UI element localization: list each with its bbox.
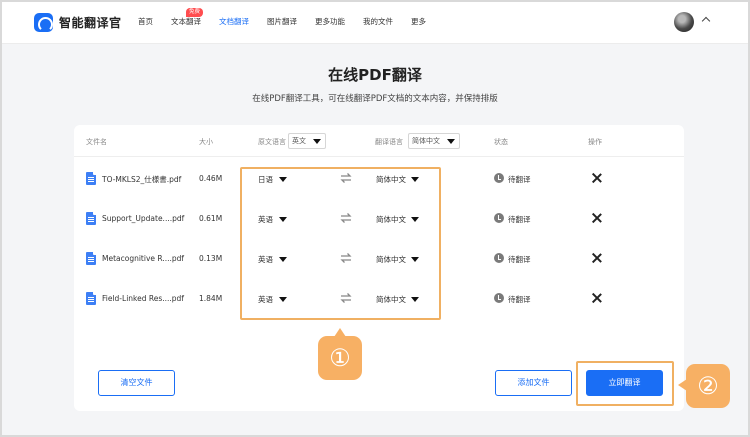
- pdf-file-icon: [86, 172, 96, 185]
- file-name: Metacognitive R....pdf: [102, 254, 185, 263]
- nav-item-document-translate[interactable]: 文档翻译: [219, 0, 249, 44]
- close-icon[interactable]: [592, 213, 602, 223]
- nav-label: 更多: [411, 17, 426, 26]
- nav-label: 文档翻译: [219, 17, 249, 26]
- pdf-file-icon: [86, 292, 96, 305]
- nav-label: 图片翻译: [267, 17, 297, 26]
- source-language-value: 英文: [292, 137, 306, 145]
- clock-icon: [494, 173, 504, 183]
- top-navigation-bar: 智能翻译官 首页 文本翻译 免费 文档翻译 图片翻译 更多功能 我的文件 更多: [0, 0, 750, 44]
- avatar[interactable]: [674, 12, 694, 32]
- nav-item-more[interactable]: 更多: [411, 0, 426, 44]
- close-icon[interactable]: [592, 173, 602, 183]
- nav-item-text-translate[interactable]: 文本翻译 免费: [171, 0, 203, 44]
- file-size: 0.13M: [199, 254, 223, 263]
- file-size: 1.84M: [199, 294, 223, 303]
- free-badge: 免费: [185, 8, 203, 17]
- add-file-button[interactable]: 添加文件: [495, 370, 572, 396]
- column-source-language: 原文语言: [258, 138, 286, 146]
- brand-logo[interactable]: 智能翻译官: [34, 12, 122, 32]
- file-name: Support_Update....pdf: [102, 214, 185, 223]
- caret-down-icon: [313, 139, 321, 144]
- status-text: 待翻译: [508, 175, 531, 184]
- caret-down-icon: [447, 139, 455, 144]
- step-1-callout: ①: [318, 328, 362, 380]
- file-size: 0.61M: [199, 214, 223, 223]
- language-highlight-box: [240, 167, 441, 320]
- column-filename: 文件名: [86, 138, 107, 146]
- nav-item-my-files[interactable]: 我的文件: [363, 0, 393, 44]
- translator-logo-icon: [34, 12, 53, 32]
- file-name: TO-MKLS2_仕様書.pdf: [102, 175, 182, 184]
- pdf-file-icon: [86, 212, 96, 225]
- nav-item-home[interactable]: 首页: [138, 0, 153, 44]
- pdf-file-icon: [86, 252, 96, 265]
- column-actions: 操作: [588, 138, 602, 146]
- status-text: 待翻译: [508, 255, 531, 264]
- file-name: Field-Linked Res....pdf: [102, 294, 184, 303]
- chevron-up-icon[interactable]: [701, 16, 711, 26]
- column-target-language: 翻译语言: [375, 138, 403, 146]
- table-header: 文件名 大小 原文语言 英文 翻译语言 简体中文 状态 操作: [74, 125, 684, 157]
- target-language-value: 简体中文: [412, 137, 440, 145]
- step-2-callout: ②: [678, 364, 730, 408]
- nav-label: 首页: [138, 17, 153, 26]
- page-subtitle: 在线PDF翻译工具，可在线翻译PDF文档的文本内容，并保持排版: [252, 94, 498, 104]
- nav-label: 文本翻译: [171, 17, 201, 26]
- close-icon[interactable]: [592, 253, 602, 263]
- main-nav: 首页 文本翻译 免费 文档翻译 图片翻译 更多功能 我的文件 更多: [138, 0, 444, 44]
- file-size: 0.46M: [199, 174, 223, 183]
- column-size: 大小: [199, 138, 213, 146]
- status-text: 待翻译: [508, 295, 531, 304]
- clock-icon: [494, 293, 504, 303]
- nav-item-more-features[interactable]: 更多功能: [315, 0, 345, 44]
- nav-label: 我的文件: [363, 17, 393, 26]
- nav-item-image-translate[interactable]: 图片翻译: [267, 0, 297, 44]
- page-title: 在线PDF翻译: [328, 66, 422, 84]
- clock-icon: [494, 213, 504, 223]
- nav-label: 更多功能: [315, 17, 345, 26]
- status-text: 待翻译: [508, 215, 531, 224]
- close-icon[interactable]: [592, 293, 602, 303]
- column-status: 状态: [494, 138, 508, 146]
- clear-files-button[interactable]: 清空文件: [98, 370, 175, 396]
- translate-highlight-box: [576, 361, 674, 406]
- clock-icon: [494, 253, 504, 263]
- source-language-select[interactable]: 英文: [288, 133, 326, 149]
- target-language-select[interactable]: 简体中文: [408, 133, 460, 149]
- brand-name: 智能翻译官: [59, 15, 122, 30]
